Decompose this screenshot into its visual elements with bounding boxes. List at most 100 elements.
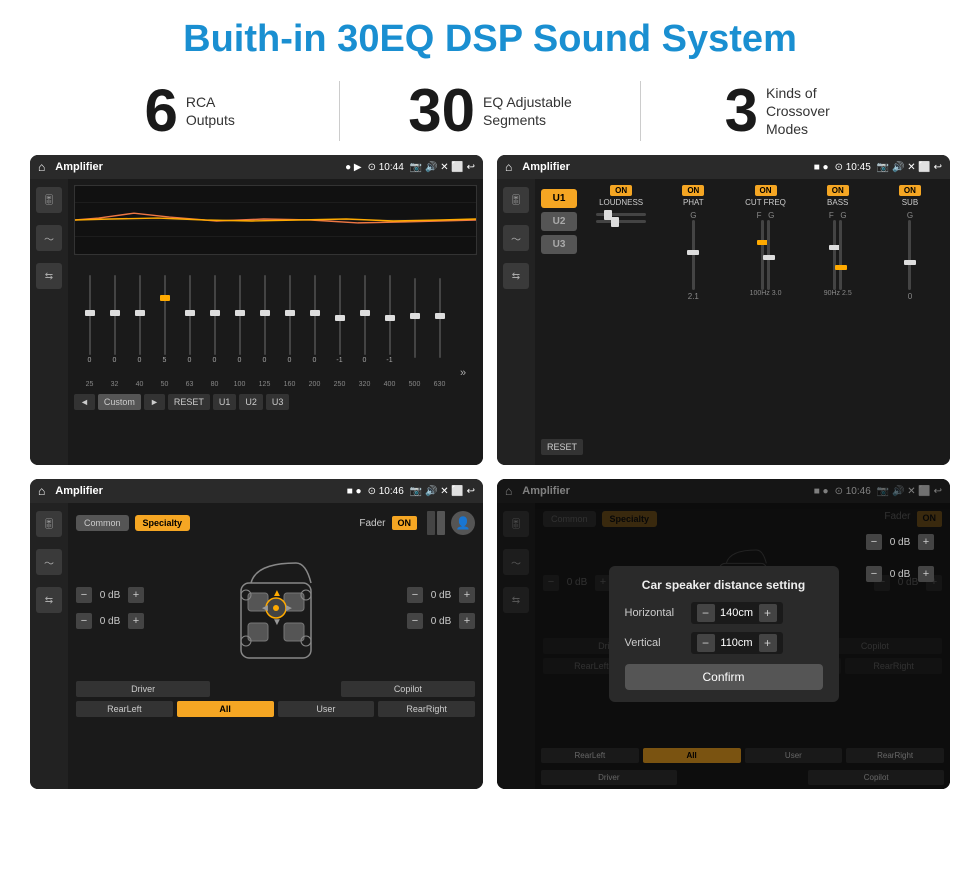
fader-vol-fr-plus[interactable]: + bbox=[459, 587, 475, 603]
dialog-vol-r1-plus[interactable]: + bbox=[918, 534, 934, 550]
fader-label-text: Fader bbox=[359, 518, 385, 529]
sub-col: ON SUB G 0 bbox=[876, 185, 944, 459]
fader-vol-rr-minus[interactable]: − bbox=[407, 613, 423, 629]
eq-slider-14[interactable] bbox=[428, 259, 451, 379]
eq-slider-11[interactable]: 0 bbox=[353, 259, 376, 379]
phat-on-badge[interactable]: ON bbox=[682, 185, 704, 196]
dialog-vol-r2-plus[interactable]: + bbox=[918, 566, 934, 582]
u2-button[interactable]: U2 bbox=[541, 212, 577, 231]
fader-common-tab[interactable]: Common bbox=[76, 515, 129, 531]
vertical-plus-btn[interactable]: + bbox=[759, 634, 777, 652]
eq-u3-btn[interactable]: U3 bbox=[266, 394, 290, 410]
fader-sidebar-icon-1[interactable]: 🎚 bbox=[36, 511, 62, 537]
eq-slider-3[interactable]: 5 bbox=[153, 259, 176, 379]
fader-vol-fl-minus[interactable]: − bbox=[76, 587, 92, 603]
fader-vol-rr: − 0 dB + bbox=[407, 613, 475, 629]
crossover-reset-btn[interactable]: RESET bbox=[541, 439, 583, 455]
u1-button[interactable]: U1 bbox=[541, 189, 577, 208]
eq-u2-btn[interactable]: U2 bbox=[239, 394, 263, 410]
eq-screen-title: Amplifier bbox=[55, 161, 339, 173]
fader-vol-fl-plus[interactable]: + bbox=[128, 587, 144, 603]
crossover-sidebar-icon-1[interactable]: 🎚 bbox=[503, 187, 529, 213]
stats-row: 6 RCAOutputs 30 EQ AdjustableSegments 3 … bbox=[0, 71, 980, 155]
horizontal-minus-btn[interactable]: − bbox=[697, 604, 715, 622]
home-icon[interactable]: ⌂ bbox=[38, 160, 45, 174]
stat-rca-label: RCAOutputs bbox=[186, 93, 235, 129]
fader-vol-fr: − 0 dB + bbox=[407, 587, 475, 603]
eq-slider-12[interactable]: -1 bbox=[378, 259, 401, 379]
loudness-slider2[interactable] bbox=[596, 220, 646, 223]
bass-slider2[interactable] bbox=[839, 220, 842, 290]
eq-sidebar-icon-3[interactable]: ⇆ bbox=[36, 263, 62, 289]
fader-specialty-tab[interactable]: Specialty bbox=[135, 515, 191, 531]
fader-sidebar-icon-3[interactable]: ⇆ bbox=[36, 587, 62, 613]
eq-main-area: 0 0 0 5 0 bbox=[68, 179, 483, 465]
fader-vol-fl-value: 0 dB bbox=[96, 590, 124, 601]
dialog-vol-r1-minus[interactable]: − bbox=[866, 534, 882, 550]
eq-reset-btn[interactable]: RESET bbox=[168, 394, 210, 410]
eq-slider-9[interactable]: 0 bbox=[303, 259, 326, 379]
fader-status-bar: ⌂ Amplifier ■ ● ⊙ 10:46 📷 🔊 ✕ ⬜ ↩ bbox=[30, 479, 483, 503]
svg-text:▼: ▼ bbox=[272, 617, 282, 628]
bass-slider1[interactable] bbox=[833, 220, 836, 290]
stat-eq-number: 30 bbox=[408, 81, 475, 141]
vertical-value: 110cm bbox=[719, 637, 755, 649]
eq-custom-btn[interactable]: Custom bbox=[98, 394, 141, 410]
eq-u1-btn[interactable]: U1 bbox=[213, 394, 237, 410]
crossover-screen-card: ⌂ Amplifier ■ ● ⊙ 10:45 📷 🔊 ✕ ⬜ ↩ 🎚 〜 ⇆ … bbox=[497, 155, 950, 465]
cutfreq-slider2[interactable] bbox=[767, 220, 770, 290]
fader-vol-fr-minus[interactable]: − bbox=[407, 587, 423, 603]
cutfreq-on-badge[interactable]: ON bbox=[755, 185, 777, 196]
u3-button[interactable]: U3 bbox=[541, 235, 577, 254]
fader-copilot-btn[interactable]: Copilot bbox=[341, 681, 475, 697]
fader-vol-rr-plus[interactable]: + bbox=[459, 613, 475, 629]
crossover-time: ⊙ 10:45 bbox=[835, 162, 871, 173]
phat-slider[interactable] bbox=[692, 220, 695, 290]
eq-curve-display bbox=[74, 185, 477, 255]
phat-label: PHAT bbox=[683, 198, 704, 207]
eq-prev-btn[interactable]: ◄ bbox=[74, 394, 95, 410]
eq-more-icon[interactable]: » bbox=[453, 367, 473, 379]
eq-slider-6[interactable]: 0 bbox=[228, 259, 251, 379]
dialog-vol-r2-minus[interactable]: − bbox=[866, 566, 882, 582]
fader-vol-rl-minus[interactable]: − bbox=[76, 613, 92, 629]
fader-vol-fr-value: 0 dB bbox=[427, 590, 455, 601]
fader-sidebar-icon-2[interactable]: 〜 bbox=[36, 549, 62, 575]
crossover-home-icon[interactable]: ⌂ bbox=[505, 160, 512, 174]
eq-slider-5[interactable]: 0 bbox=[203, 259, 226, 379]
eq-slider-2[interactable]: 0 bbox=[128, 259, 151, 379]
bass-on-badge[interactable]: ON bbox=[827, 185, 849, 196]
fader-rearleft-btn[interactable]: RearLeft bbox=[76, 701, 173, 717]
sub-slider[interactable] bbox=[908, 220, 911, 290]
confirm-button[interactable]: Confirm bbox=[625, 664, 823, 690]
eq-slider-10[interactable]: -1 bbox=[328, 259, 351, 379]
fader-profile-icon[interactable]: 👤 bbox=[451, 511, 475, 535]
loudness-slider[interactable] bbox=[596, 213, 646, 216]
fader-vol-rl-plus[interactable]: + bbox=[128, 613, 144, 629]
fader-rearright-btn[interactable]: RearRight bbox=[378, 701, 475, 717]
fader-driver-btn[interactable]: Driver bbox=[76, 681, 210, 697]
crossover-sidebar-icon-2[interactable]: 〜 bbox=[503, 225, 529, 251]
eq-slider-13[interactable] bbox=[403, 259, 426, 379]
dialog-screen-card: ⌂ Amplifier ■ ● ⊙ 10:46 📷 🔊 ✕ ⬜ ↩ 🎚 〜 ⇆ … bbox=[497, 479, 950, 789]
eq-slider-8[interactable]: 0 bbox=[278, 259, 301, 379]
stat-crossover: 3 Kinds ofCrossover Modes bbox=[661, 81, 920, 141]
eq-slider-7[interactable]: 0 bbox=[253, 259, 276, 379]
vertical-minus-btn[interactable]: − bbox=[697, 634, 715, 652]
loudness-on-badge[interactable]: ON bbox=[610, 185, 632, 196]
eq-slider-1[interactable]: 0 bbox=[103, 259, 126, 379]
eq-slider-0[interactable]: 0 bbox=[78, 259, 101, 379]
crossover-sidebar-icon-3[interactable]: ⇆ bbox=[503, 263, 529, 289]
fader-main-area: Common Specialty Fader ON 👤 bbox=[68, 503, 483, 789]
horizontal-plus-btn[interactable]: + bbox=[759, 604, 777, 622]
fader-home-icon[interactable]: ⌂ bbox=[38, 484, 45, 498]
fader-user-btn[interactable]: User bbox=[278, 701, 375, 717]
eq-sidebar-icon-2[interactable]: 〜 bbox=[36, 225, 62, 251]
eq-slider-4[interactable]: 0 bbox=[178, 259, 201, 379]
fader-all-btn[interactable]: All bbox=[177, 701, 274, 717]
fader-on-pill[interactable]: ON bbox=[392, 516, 418, 530]
sub-on-badge[interactable]: ON bbox=[899, 185, 921, 196]
eq-sidebar-icon-1[interactable]: 🎚 bbox=[36, 187, 62, 213]
loudness-label: LOUDNESS bbox=[599, 198, 643, 207]
eq-play-btn[interactable]: ► bbox=[144, 394, 165, 410]
